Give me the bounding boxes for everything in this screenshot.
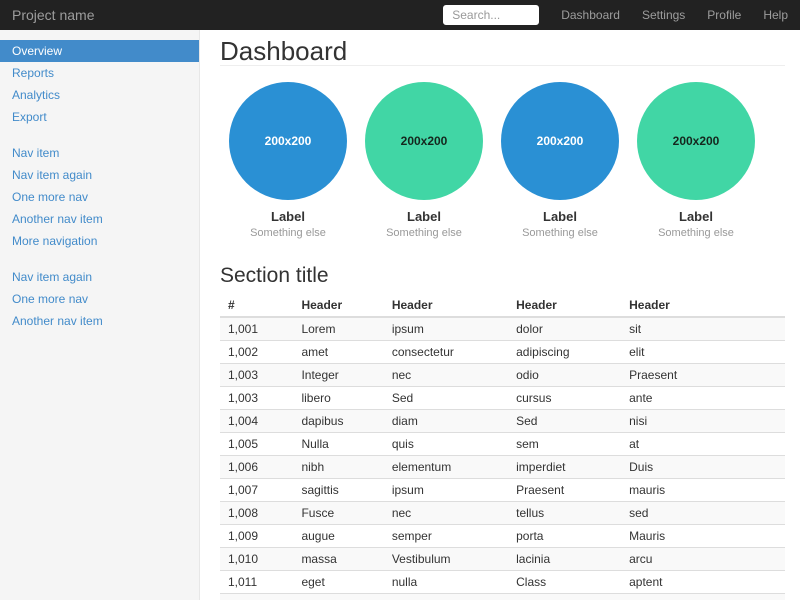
sidebar-item-reports[interactable]: Reports (0, 62, 199, 84)
table-header-2: Header (384, 294, 508, 317)
placeholder-sublabel: Something else (628, 226, 764, 240)
table-row: 1,011egetnullaClassaptent (220, 571, 785, 594)
table-row: 1,003IntegernecodioPraesent (220, 364, 785, 387)
placeholder-col-4: 200x200 Label Something else (628, 82, 764, 240)
table-row: 1,001Loremipsumdolorsit (220, 317, 785, 341)
top-navbar: Project name Dashboard Settings Profile … (0, 0, 800, 30)
sidebar-group-2: Nav item Nav item again One more nav Ano… (0, 142, 199, 252)
placeholder-label: Label (220, 209, 356, 225)
table-row: 1,004dapibusdiamSednisi (220, 410, 785, 433)
placeholder-sublabel: Something else (220, 226, 356, 240)
placeholder-circle-0: 200x200 (229, 82, 347, 200)
table-row: 1,010massaVestibulumlaciniaarcu (220, 548, 785, 571)
data-table: # Header Header Header Header 1,001Lorem… (220, 294, 785, 600)
placeholder-label: Label (628, 209, 764, 225)
table-row: 1,009auguesemperportaMauris (220, 525, 785, 548)
placeholder-sublabel: Something else (492, 226, 628, 240)
placeholder-size-text: 200x200 (537, 134, 584, 148)
sidebar-item-nav-item[interactable]: Nav item (0, 142, 199, 164)
table-header-row: # Header Header Header Header (220, 294, 785, 317)
navbar-link-dashboard[interactable]: Dashboard (561, 8, 620, 22)
sidebar: Overview Reports Analytics Export Nav it… (0, 30, 200, 600)
placeholder-size-text: 200x200 (265, 134, 312, 148)
placeholder-col-3: 200x200 Label Something else (492, 82, 628, 240)
section-title: Section title (220, 264, 785, 288)
navbar-link-help[interactable]: Help (763, 8, 788, 22)
placeholder-col-1: 200x200 Label Something else (220, 82, 356, 240)
sidebar-item-one-more-nav[interactable]: One more nav (0, 186, 199, 208)
table-row: 1,008Fuscenectellussed (220, 502, 785, 525)
placeholder-circle-2: 200x200 (501, 82, 619, 200)
sidebar-group-1: Overview Reports Analytics Export (0, 40, 199, 128)
main-content: Dashboard 200x200 Label Something else 2… (200, 0, 800, 600)
placeholder-size-text: 200x200 (673, 134, 720, 148)
navbar-right-group: Dashboard Settings Profile Help (443, 5, 800, 25)
search-input[interactable] (443, 5, 539, 25)
table-row: 1,005Nullaquissemat (220, 433, 785, 456)
table-header-index: # (220, 294, 293, 317)
placeholder-size-text: 200x200 (401, 134, 448, 148)
sidebar-item-analytics[interactable]: Analytics (0, 84, 199, 106)
table-row: 1,012tacitisociosquadlitora (220, 594, 785, 600)
placeholder-sublabel: Something else (356, 226, 492, 240)
sidebar-item-another-nav-item-2[interactable]: Another nav item (0, 310, 199, 332)
sidebar-item-one-more-nav-2[interactable]: One more nav (0, 288, 199, 310)
placeholder-circle-3: 200x200 (637, 82, 755, 200)
project-name-brand[interactable]: Project name (0, 0, 106, 30)
sidebar-item-overview[interactable]: Overview (0, 40, 199, 62)
sidebar-item-another-nav-item[interactable]: Another nav item (0, 208, 199, 230)
table-row: 1,006nibhelementumimperdietDuis (220, 456, 785, 479)
placeholder-row: 200x200 Label Something else 200x200 Lab… (220, 82, 765, 240)
table-header-4: Header (621, 294, 785, 317)
table-header-1: Header (293, 294, 383, 317)
table-row: 1,007sagittisipsumPraesentmauris (220, 479, 785, 502)
placeholder-col-2: 200x200 Label Something else (356, 82, 492, 240)
navbar-link-settings[interactable]: Settings (642, 8, 685, 22)
table-header-3: Header (508, 294, 621, 317)
sidebar-group-3: Nav item again One more nav Another nav … (0, 266, 199, 332)
sidebar-item-export[interactable]: Export (0, 106, 199, 128)
table-row: 1,002ametconsecteturadipiscingelit (220, 341, 785, 364)
sidebar-item-nav-item-again[interactable]: Nav item again (0, 164, 199, 186)
placeholder-label: Label (356, 209, 492, 225)
placeholder-label: Label (492, 209, 628, 225)
table-row: 1,003liberoSedcursusante (220, 387, 785, 410)
placeholder-circle-1: 200x200 (365, 82, 483, 200)
sidebar-item-more-navigation[interactable]: More navigation (0, 230, 199, 252)
page-title: Dashboard (220, 38, 785, 66)
navbar-link-profile[interactable]: Profile (707, 8, 741, 22)
sidebar-item-nav-item-again-2[interactable]: Nav item again (0, 266, 199, 288)
